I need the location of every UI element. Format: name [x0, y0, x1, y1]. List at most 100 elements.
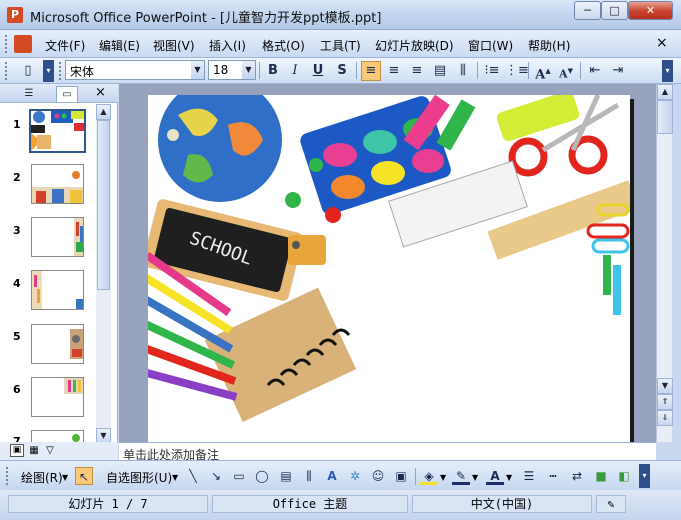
font-name-combo[interactable]: 宋体 ▼	[65, 60, 205, 80]
slide-thumbnail-1[interactable]	[29, 109, 86, 153]
menu-format[interactable]: 格式(O)	[262, 37, 305, 54]
align-right-icon[interactable]: ≡	[407, 61, 427, 81]
chevron-down-icon[interactable]: ▼	[506, 473, 512, 482]
close-button[interactable]: ✕	[628, 1, 673, 20]
thumbnail-image	[31, 111, 84, 151]
toolbar-options-icon[interactable]: ▾	[43, 60, 54, 82]
slide-sorter-icon[interactable]: ▦	[27, 444, 41, 457]
wordart-icon[interactable]: A	[323, 467, 341, 485]
oval-icon[interactable]: ◯	[253, 467, 271, 485]
scroll-thumb[interactable]	[97, 120, 110, 290]
scroll-up-icon[interactable]: ▲	[657, 84, 673, 100]
line-icon[interactable]: ╲	[184, 467, 202, 485]
vertical-text-box-icon[interactable]: ⫼	[300, 467, 318, 485]
minimize-button[interactable]: ─	[574, 1, 601, 20]
menu-view[interactable]: 视图(V)	[153, 37, 195, 54]
outline-tab-icon[interactable]: ☰	[18, 86, 40, 102]
autoshapes-menu-button[interactable]: 自选图形(U)	[106, 469, 172, 486]
toolbar-grip[interactable]	[6, 467, 10, 485]
notes-pane[interactable]: 单击此处添加备注	[119, 442, 656, 460]
close-document-icon[interactable]: ×	[656, 35, 668, 51]
align-left-icon[interactable]: ≡	[361, 61, 381, 81]
dash-style-icon[interactable]: ┅	[544, 467, 562, 485]
slides-tab-icon[interactable]: ▭	[56, 86, 78, 102]
draw-menu-button[interactable]: 绘图(R)	[21, 469, 63, 486]
close-icon[interactable]: ×	[95, 85, 106, 100]
scroll-down-icon[interactable]: ▼	[657, 378, 673, 394]
toolbar-options-icon[interactable]: ▾	[662, 60, 673, 82]
document-icon[interactable]	[14, 35, 32, 53]
menu-help[interactable]: 帮助(H)	[528, 37, 570, 54]
text-box-icon[interactable]: ▤	[277, 467, 295, 485]
arrow-style-icon[interactable]: ⇄	[568, 467, 586, 485]
select-objects-icon[interactable]: ↖	[75, 467, 93, 485]
normal-view-icon[interactable]: ▣	[10, 444, 24, 457]
menu-tools[interactable]: 工具(T)	[320, 37, 361, 54]
chevron-down-icon[interactable]: ▼	[172, 473, 178, 482]
menu-window[interactable]: 窗口(W)	[468, 37, 513, 54]
toolbar-grip[interactable]	[5, 62, 9, 80]
insert-picture-icon[interactable]: ▣	[392, 467, 410, 485]
increase-font-icon[interactable]: A▲	[533, 61, 553, 82]
scroll-up-icon[interactable]: ▲	[96, 104, 111, 120]
slide-canvas[interactable]: SCHOOL	[148, 95, 630, 442]
next-slide-icon[interactable]: ⇓	[657, 410, 673, 426]
menu-slideshow[interactable]: 幻灯片放映(D)	[375, 37, 454, 54]
underline-button[interactable]: U	[308, 61, 328, 81]
chevron-down-icon[interactable]: ▼	[191, 61, 204, 79]
maximize-button[interactable]: □	[601, 1, 628, 20]
slide-thumbnail-3[interactable]	[31, 217, 84, 257]
decrease-font-icon[interactable]: A▼	[556, 61, 576, 81]
rectangle-icon[interactable]: ▭	[230, 467, 248, 485]
chevron-down-icon[interactable]: ▼	[440, 473, 446, 482]
formatting-toolbar: ▯ ▾ 宋体 ▼ 18 ▼ B I U S ≡ ≡ ≡ ▤ ⫼ ⁝≡ ⋮≡ A▲…	[0, 58, 681, 84]
font-size-combo[interactable]: 18 ▼	[208, 60, 256, 80]
slide-thumbnail-5[interactable]	[31, 324, 84, 364]
font-size-value: 18	[213, 63, 229, 77]
spelling-status-icon[interactable]: ✎	[596, 495, 626, 513]
chevron-down-icon[interactable]: ▼	[472, 473, 478, 482]
chevron-down-icon[interactable]: ▼	[62, 473, 68, 482]
align-center-icon[interactable]: ≡	[384, 61, 404, 81]
increase-indent-icon[interactable]: ⇥	[608, 61, 628, 81]
italic-button[interactable]: I	[285, 61, 305, 81]
slide-thumbnail-7[interactable]	[31, 430, 84, 442]
title-bar: P Microsoft Office PowerPoint - [儿童智力开发p…	[0, 0, 681, 30]
menu-edit[interactable]: 编辑(E)	[99, 37, 140, 54]
fill-color-icon[interactable]: ◈	[420, 467, 438, 485]
slide-thumbnail-6[interactable]	[31, 377, 84, 417]
distribute-icon[interactable]: ▤	[430, 61, 450, 81]
vertical-text-icon[interactable]: ⫼	[453, 61, 473, 81]
shadow-button[interactable]: S	[332, 61, 352, 81]
slideshow-icon[interactable]: ▽	[43, 444, 57, 457]
powerpoint-app-icon[interactable]: P	[7, 7, 23, 23]
numbering-icon[interactable]: ⁝≡	[482, 61, 502, 81]
menu-insert[interactable]: 插入(I)	[209, 37, 246, 54]
toolbar-grip-2[interactable]	[59, 62, 63, 80]
3d-style-icon[interactable]: ◧	[615, 467, 633, 485]
font-color-icon[interactable]: A	[486, 467, 504, 485]
arrow-icon[interactable]: ↘	[207, 467, 225, 485]
slide-thumbnail-4[interactable]	[31, 270, 84, 310]
decrease-indent-icon[interactable]: ⇤	[585, 61, 605, 81]
slide-thumbnail-2[interactable]	[31, 164, 84, 204]
clip-art-icon[interactable]: ☺	[369, 467, 387, 485]
notes-placeholder: 单击此处添加备注	[123, 448, 220, 460]
slide-position-status: 幻灯片 1 / 7	[8, 495, 208, 513]
shadow-style-icon[interactable]: ■	[592, 467, 610, 485]
scroll-thumb[interactable]	[657, 100, 673, 134]
slide-number: 4	[13, 277, 21, 290]
line-style-icon[interactable]: ☰	[520, 467, 538, 485]
bullets-icon[interactable]: ⋮≡	[505, 61, 529, 81]
chevron-down-icon[interactable]: ▼	[242, 61, 255, 79]
previous-slide-icon[interactable]: ⇑	[657, 394, 673, 410]
bold-button[interactable]: B	[263, 61, 283, 81]
menu-file[interactable]: 文件(F)	[45, 37, 85, 54]
diagram-icon[interactable]: ✲	[346, 467, 364, 485]
new-document-icon[interactable]: ▯	[18, 61, 38, 81]
menu-grip[interactable]	[5, 35, 9, 53]
toolbar-options-icon[interactable]: ▾	[639, 464, 650, 488]
slides-scrollbar[interactable]: ▲ ▼	[96, 104, 111, 444]
line-color-icon[interactable]: ✎	[452, 467, 470, 485]
slide-scrollbar[interactable]: ▲ ▼ ⇑ ⇓	[656, 84, 673, 442]
